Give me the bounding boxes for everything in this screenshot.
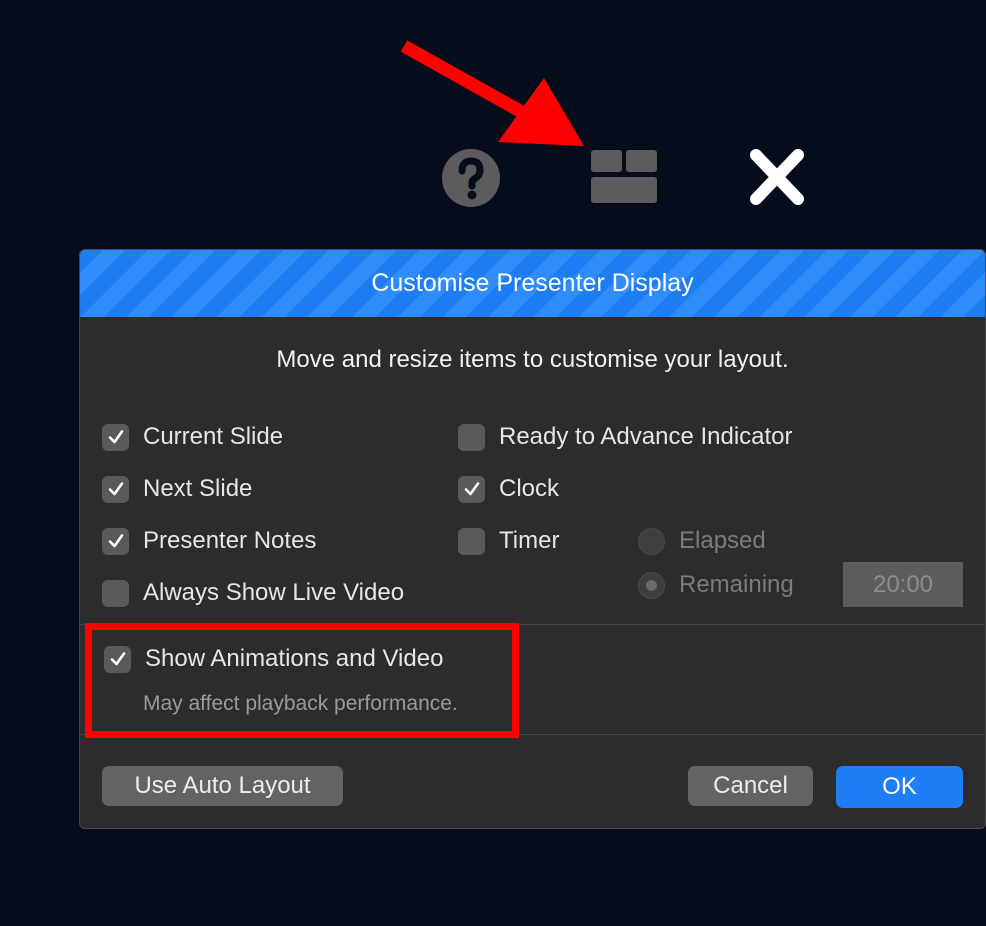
help-icon[interactable] bbox=[441, 148, 501, 208]
layout-icon[interactable] bbox=[589, 149, 659, 205]
option-clock[interactable]: Clock bbox=[458, 474, 559, 504]
checkbox-checked[interactable] bbox=[102, 527, 129, 555]
close-icon[interactable] bbox=[747, 149, 807, 205]
radio-remaining[interactable]: Remaining bbox=[638, 570, 794, 600]
option-always-show-live-video[interactable]: Always Show Live Video bbox=[102, 578, 404, 608]
cancel-button[interactable]: Cancel bbox=[688, 766, 813, 806]
option-label: Current Slide bbox=[143, 423, 284, 450]
option-label: Clock bbox=[499, 475, 560, 502]
dialog-header: Customise Presenter Display bbox=[80, 250, 985, 317]
checkbox-checked[interactable] bbox=[102, 423, 129, 451]
radio-label: Elapsed bbox=[679, 527, 766, 554]
timer-duration-field[interactable]: 20:00 bbox=[843, 562, 963, 607]
use-auto-layout-button[interactable]: Use Auto Layout bbox=[102, 766, 343, 806]
customise-presenter-display-dialog: Customise Presenter Display Move and res… bbox=[79, 249, 986, 829]
checkbox-unchecked[interactable] bbox=[102, 579, 129, 607]
option-current-slide[interactable]: Current Slide bbox=[102, 422, 283, 452]
option-timer[interactable]: Timer bbox=[458, 526, 559, 556]
option-label: Timer bbox=[499, 527, 560, 554]
radio-label: Remaining bbox=[679, 571, 794, 598]
checkbox-unchecked[interactable] bbox=[458, 527, 485, 555]
dialog-title: Customise Presenter Display bbox=[371, 269, 694, 297]
radio-button-selected[interactable] bbox=[638, 571, 665, 599]
option-ready-to-advance[interactable]: Ready to Advance Indicator bbox=[458, 422, 793, 452]
radio-button[interactable] bbox=[638, 527, 665, 555]
annotation-highlight-box bbox=[85, 623, 519, 738]
option-label: Ready to Advance Indicator bbox=[499, 423, 793, 450]
checkbox-checked[interactable] bbox=[458, 475, 485, 503]
annotation-arrow bbox=[400, 40, 584, 146]
ok-button[interactable]: OK bbox=[836, 766, 963, 808]
option-label: Next Slide bbox=[143, 475, 253, 502]
checkbox-unchecked[interactable] bbox=[458, 423, 485, 451]
instructions-text: Move and resize items to customise your … bbox=[276, 346, 789, 373]
option-label: Always Show Live Video bbox=[143, 579, 405, 606]
option-next-slide[interactable]: Next Slide bbox=[102, 474, 252, 504]
radio-elapsed[interactable]: Elapsed bbox=[638, 526, 766, 556]
option-label: Presenter Notes bbox=[143, 527, 317, 554]
option-presenter-notes[interactable]: Presenter Notes bbox=[102, 526, 316, 556]
checkbox-checked[interactable] bbox=[102, 475, 129, 503]
